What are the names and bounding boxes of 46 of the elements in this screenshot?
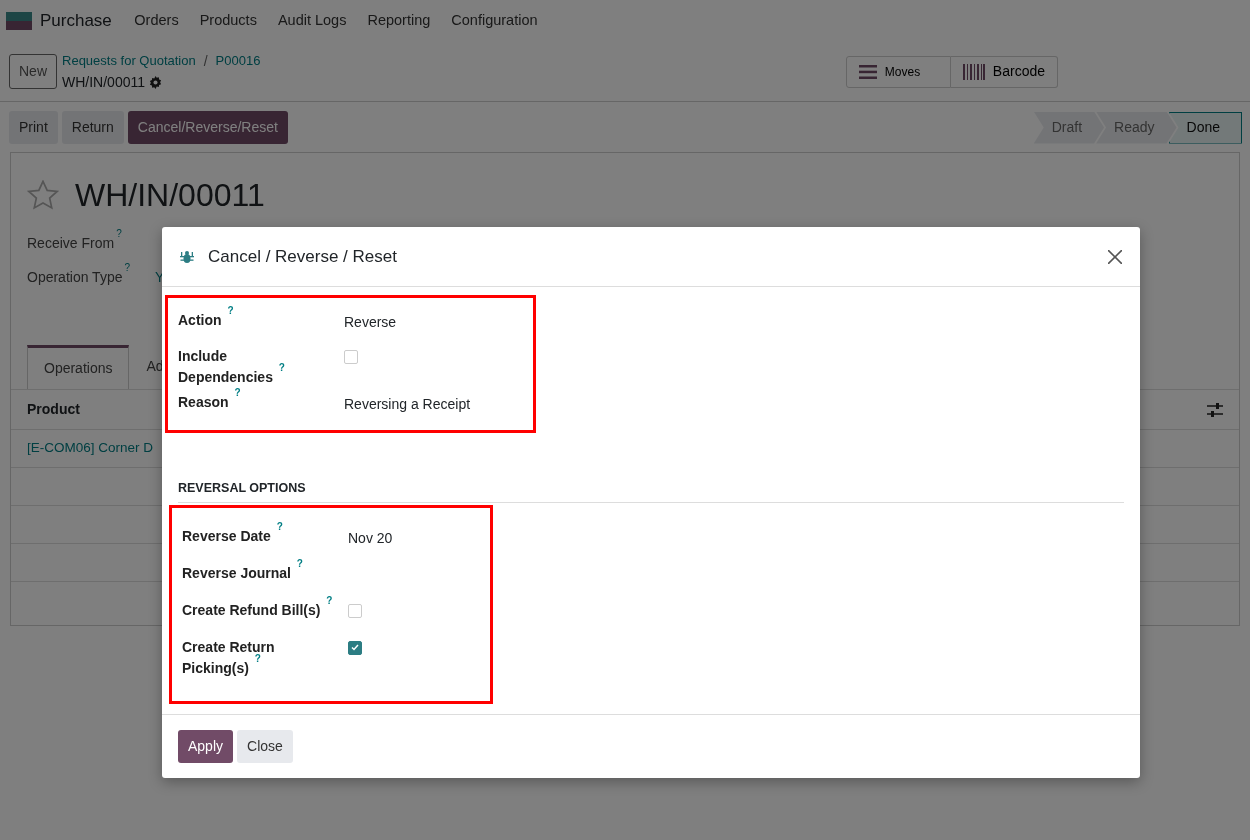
column-settings-icon[interactable] <box>1207 402 1223 417</box>
field-label: Reason $^{?}$ <box>178 388 242 412</box>
menu-item[interactable]: Reporting <box>356 10 441 32</box>
menu-item[interactable]: Products <box>189 10 268 32</box>
status-step[interactable]: Draft <box>1033 111 1105 144</box>
smart-button[interactable]: Moves <box>845 55 951 88</box>
tab[interactable]: Operations <box>27 345 130 389</box>
app-name[interactable]: Purchase <box>40 8 112 34</box>
field-label: Create Return Picking(s) $^{?}$ <box>182 637 276 678</box>
action-button[interactable]: Return <box>61 111 124 144</box>
menu-item[interactable]: Configuration <box>440 10 549 32</box>
section-heading: REVERSAL OPTIONS <box>178 479 1124 503</box>
field-value: Nov 20 <box>348 528 393 548</box>
record-title: WH/IN/00011 <box>75 176 265 215</box>
dialog-title: Cancel / Reverse / Reset <box>208 245 397 268</box>
breadcrumb-separator: / <box>203 51 208 71</box>
field-label: Create Refund Bill(s) $^{?}$ <box>182 595 334 620</box>
menu-item[interactable]: Orders <box>123 10 190 32</box>
star-icon[interactable] <box>27 180 59 210</box>
field-label: Reverse Journal $^{?}$ <box>182 558 304 583</box>
field-value: Reverse <box>344 313 397 332</box>
bug-icon <box>180 249 194 264</box>
close-button[interactable]: Close <box>237 730 293 763</box>
record-name: WH/IN/00011 <box>62 72 145 92</box>
table-cell-text: [E-COM06] Corner D <box>27 439 154 458</box>
breadcrumb-link[interactable]: Requests for Quotation <box>62 51 196 71</box>
field-label: Include Dependencies $^{?}$ <box>178 347 286 387</box>
apply-button[interactable]: Apply <box>178 730 234 763</box>
status-step[interactable]: Ready <box>1096 111 1177 144</box>
smart-button[interactable]: Barcode <box>950 55 1058 88</box>
field-label: Reverse Date $^{?}$ <box>182 521 284 546</box>
breadcrumb-link[interactable]: P00016 <box>215 51 261 71</box>
checkmark-icon <box>351 644 359 652</box>
gear-icon[interactable] <box>149 75 162 89</box>
close-icon[interactable] <box>1108 249 1122 264</box>
field-value: Reversing a Receipt <box>344 395 471 414</box>
action-button[interactable]: Print <box>9 111 58 144</box>
list-icon <box>858 64 877 79</box>
barcode-icon <box>962 63 985 80</box>
field-label: Action $^{?}$ <box>178 306 235 330</box>
checkbox[interactable] <box>348 640 362 655</box>
status-step[interactable]: Done <box>1168 111 1242 144</box>
menu-item[interactable]: Audit Logs <box>267 10 357 32</box>
column-header: Product <box>27 400 80 419</box>
new-button[interactable]: New <box>9 54 57 89</box>
primary-button[interactable]: Cancel/Reverse/Reset <box>127 111 288 144</box>
